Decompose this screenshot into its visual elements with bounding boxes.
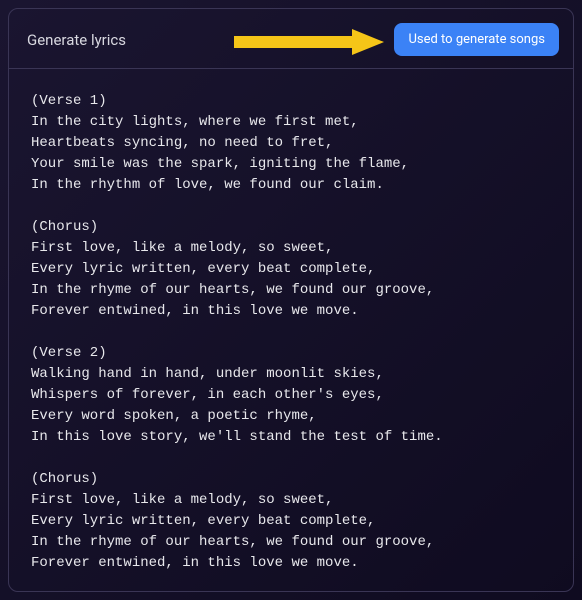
card-content: (Verse 1) In the city lights, where we f… bbox=[9, 69, 573, 591]
lyrics-text: (Verse 1) In the city lights, where we f… bbox=[31, 91, 551, 574]
used-to-generate-songs-button[interactable]: Used to generate songs bbox=[394, 23, 559, 56]
lyrics-card: Generate lyrics Used to generate songs (… bbox=[8, 8, 574, 592]
card-header: Generate lyrics Used to generate songs bbox=[9, 9, 573, 69]
card-title: Generate lyrics bbox=[27, 31, 126, 49]
